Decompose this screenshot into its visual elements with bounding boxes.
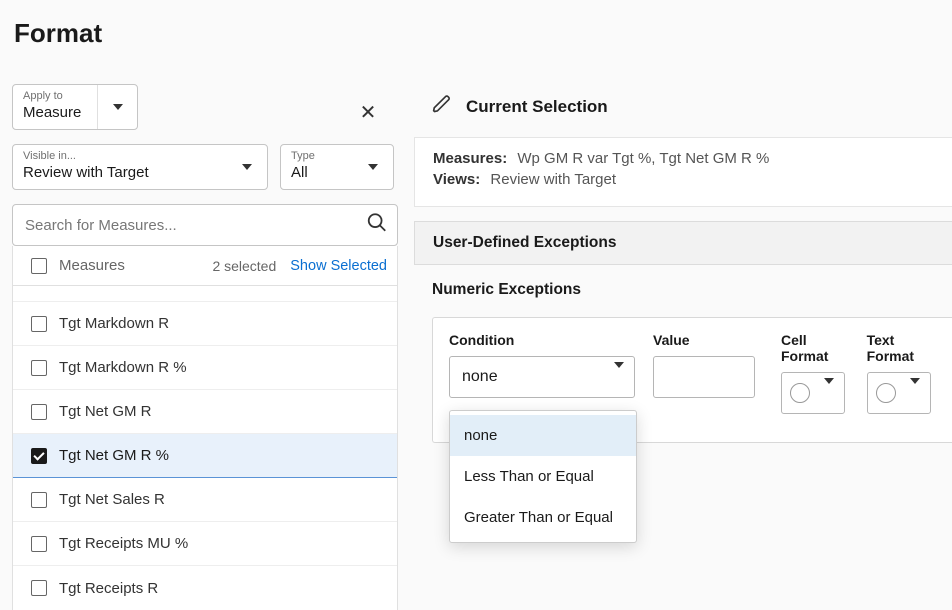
right-panel: Current Selection Measures: Wp GM R var …	[414, 84, 952, 443]
measures-header-label: Measures	[59, 257, 125, 274]
measures-label: Measures:	[433, 150, 507, 167]
checkbox[interactable]	[31, 492, 47, 508]
visible-in-value: Review with Target	[23, 164, 257, 182]
measure-name: Tgt Markdown R %	[59, 359, 187, 376]
list-item[interactable]: Tgt Receipts MU %	[13, 522, 397, 566]
left-panel: Apply to Measure ✕ Visible in... Review …	[12, 84, 398, 610]
dropdown-option-none[interactable]: none	[450, 415, 636, 456]
checkbox[interactable]	[31, 536, 47, 552]
visible-in-select[interactable]: Visible in... Review with Target	[12, 144, 268, 190]
list-item[interactable]: Tgt Net GM R	[13, 390, 397, 434]
value-input[interactable]	[653, 356, 755, 398]
measure-name: Tgt Receipts R	[59, 580, 158, 597]
condition-select[interactable]: none	[449, 356, 635, 398]
measure-name: Tgt Markdown R	[59, 315, 169, 332]
text-format-label: Text Format	[867, 332, 936, 364]
chevron-down-icon	[910, 384, 920, 402]
chevron-down-icon	[614, 368, 624, 386]
measure-list: Tgt Markdown R Tgt Markdown R % Tgt Net …	[12, 286, 398, 610]
views-label: Views:	[433, 171, 480, 188]
swatch-icon	[876, 383, 896, 403]
value-label: Value	[653, 332, 755, 348]
condition-label: Condition	[449, 332, 635, 348]
list-item[interactable]: Tgt Net Sales R	[13, 478, 397, 522]
cell-format-label: Cell Format	[781, 332, 849, 364]
condition-selected: none	[462, 368, 498, 386]
measure-name: Tgt Net GM R %	[59, 447, 169, 464]
checkbox[interactable]	[31, 404, 47, 420]
list-item[interactable]: Tgt Markdown R %	[13, 346, 397, 390]
page-title: Format	[14, 18, 952, 49]
chevron-down-icon[interactable]	[97, 85, 137, 129]
checkbox[interactable]	[31, 448, 47, 464]
measure-name: Tgt Net Sales R	[59, 491, 165, 508]
checkbox[interactable]	[31, 580, 47, 596]
measure-name: Tgt Net GM R	[59, 403, 152, 420]
chevron-down-icon[interactable]	[353, 145, 393, 189]
checkbox[interactable]	[31, 360, 47, 376]
list-item[interactable]: Tgt Net GM R %	[13, 434, 397, 478]
list-item[interactable]: Tgt Markdown R	[13, 302, 397, 346]
cell-format-select[interactable]	[781, 372, 845, 414]
views-value: Review with Target	[490, 171, 616, 188]
measures-value: Wp GM R var Tgt %, Tgt Net GM R %	[517, 150, 769, 167]
dropdown-option-lte[interactable]: Less Than or Equal	[450, 456, 636, 497]
list-item[interactable]: Tgt Receipts R	[13, 566, 397, 610]
measure-name: Tgt Receipts MU %	[59, 535, 188, 552]
close-icon[interactable]: ✕	[358, 100, 378, 125]
measures-header: Measures 2 selected Show Selected	[12, 246, 398, 286]
selected-count: 2 selected	[212, 258, 276, 274]
selection-card: Measures: Wp GM R var Tgt %, Tgt Net GM …	[414, 137, 952, 207]
search-icon[interactable]	[366, 212, 388, 239]
exception-card: Condition none Value Cell Format Text Fo…	[432, 317, 952, 443]
chevron-down-icon[interactable]	[227, 145, 267, 189]
select-all-checkbox[interactable]	[31, 258, 47, 274]
chevron-down-icon	[824, 384, 834, 402]
swatch-icon	[790, 383, 810, 403]
numeric-exceptions-label: Numeric Exceptions	[414, 265, 952, 299]
list-item	[13, 286, 397, 302]
condition-dropdown[interactable]: none Less Than or Equal Greater Than or …	[449, 410, 637, 543]
visible-in-label: Visible in...	[23, 151, 257, 162]
show-selected-link[interactable]: Show Selected	[290, 258, 387, 274]
checkbox[interactable]	[31, 316, 47, 332]
type-select[interactable]: Type All	[280, 144, 394, 190]
text-format-select[interactable]	[867, 372, 931, 414]
user-defined-exceptions-header: User-Defined Exceptions	[414, 221, 952, 265]
pencil-icon[interactable]	[432, 94, 452, 119]
apply-to-select[interactable]: Apply to Measure	[12, 84, 138, 130]
dropdown-option-gte[interactable]: Greater Than or Equal	[450, 497, 636, 538]
search-input[interactable]	[12, 204, 398, 246]
current-selection-title: Current Selection	[466, 97, 608, 117]
